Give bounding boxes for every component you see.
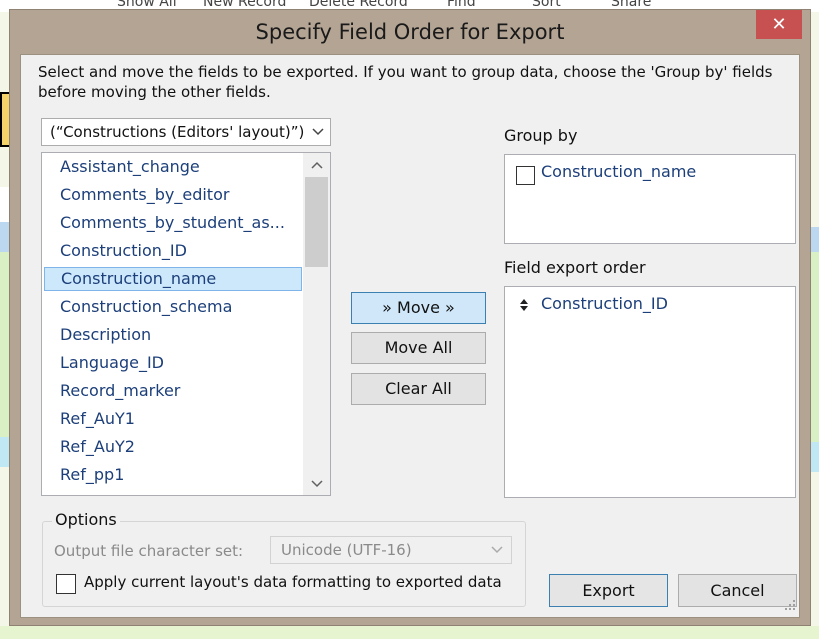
scroll-up-icon[interactable]: [303, 153, 330, 177]
field-export-order-label: Field export order: [504, 258, 646, 277]
close-button[interactable]: ✕: [756, 10, 802, 39]
group-by-checkbox[interactable]: [516, 166, 535, 185]
dialog-title: Specify Field Order for Export: [255, 20, 565, 44]
list-item[interactable]: Ref_pp1: [44, 463, 302, 487]
move-button[interactable]: » Move »: [351, 292, 486, 324]
background-bottom-edge: [0, 626, 819, 639]
apply-formatting-label: Apply current layout's data formatting t…: [84, 573, 502, 591]
list-item[interactable]: Construction_ID: [44, 239, 302, 263]
group-by-item[interactable]: Construction_name: [541, 162, 696, 181]
list-item[interactable]: Ref_AuY1: [44, 407, 302, 431]
layout-select-value: (“Constructions (Editors' layout)”): [50, 123, 305, 141]
scrollbar-thumb[interactable]: [305, 177, 328, 267]
charset-label: Output file character set:: [54, 542, 244, 560]
list-item[interactable]: Comments_by_editor: [44, 183, 302, 207]
list-item[interactable]: Comments_by_student_as...: [44, 211, 302, 235]
list-item[interactable]: Construction_schema: [44, 295, 302, 319]
list-item[interactable]: Ref_AuY2: [44, 435, 302, 459]
drag-handle-icon[interactable]: [519, 295, 529, 319]
list-item[interactable]: Assistant_change: [44, 155, 302, 179]
list-scrollbar[interactable]: [303, 153, 330, 495]
options-group: [42, 521, 526, 607]
apply-formatting-checkbox[interactable]: [56, 574, 76, 594]
list-item[interactable]: Language_ID: [44, 351, 302, 375]
layout-select[interactable]: (“Constructions (Editors' layout)”): [41, 118, 331, 146]
export-order-item[interactable]: Construction_ID: [541, 294, 668, 313]
options-legend: Options: [52, 510, 120, 529]
available-fields-list[interactable]: Assistant_change Comments_by_editor Comm…: [41, 152, 331, 496]
scroll-down-icon[interactable]: [303, 471, 330, 495]
chevron-down-icon: [312, 119, 324, 154]
close-icon: ✕: [771, 14, 787, 35]
field-export-order-list[interactable]: Construction_ID: [504, 286, 796, 498]
cancel-button[interactable]: Cancel: [678, 574, 797, 607]
dialog-body: Select and move the fields to be exporte…: [20, 54, 800, 618]
export-button[interactable]: Export: [549, 574, 668, 607]
export-field-order-dialog: Specify Field Order for Export ✕ Select …: [9, 9, 811, 626]
group-by-label: Group by: [504, 126, 578, 145]
clear-all-button[interactable]: Clear All: [351, 373, 486, 405]
chevron-down-icon: [491, 537, 503, 572]
resize-grip-icon[interactable]: [784, 599, 796, 614]
charset-select: Unicode (UTF-16): [270, 536, 512, 564]
charset-select-value: Unicode (UTF-16): [281, 541, 412, 559]
move-all-button[interactable]: Move All: [351, 332, 486, 364]
list-item-selected[interactable]: Construction_name: [44, 267, 302, 291]
list-item[interactable]: Record_marker: [44, 379, 302, 403]
list-item[interactable]: Description: [44, 323, 302, 347]
group-by-list[interactable]: Construction_name: [504, 154, 796, 244]
instructions-text: Select and move the fields to be exporte…: [38, 63, 773, 101]
